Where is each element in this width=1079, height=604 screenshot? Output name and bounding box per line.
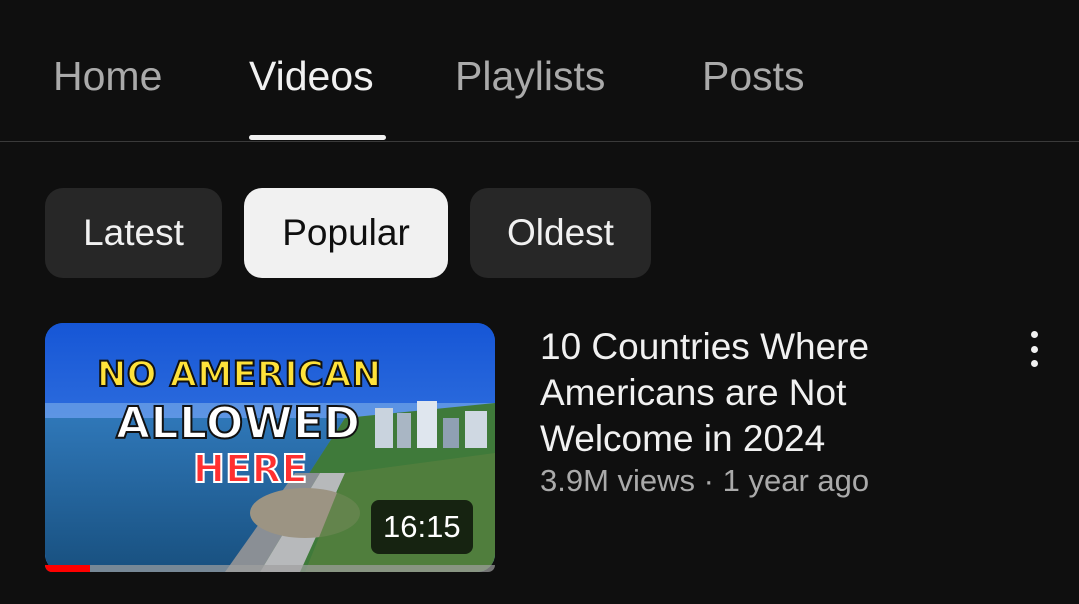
chip-oldest[interactable]: Oldest (470, 188, 651, 278)
channel-videos-page: Home Videos Playlists Posts Latest Popul… (0, 0, 1079, 604)
watch-progress-bar (45, 565, 495, 572)
video-title[interactable]: 10 Countries Where Americans are Not Wel… (540, 324, 960, 462)
tab-home[interactable]: Home (53, 52, 162, 100)
watch-progress-fill (45, 565, 90, 572)
tab-videos[interactable]: Videos (249, 52, 374, 100)
meta-separator: · (703, 463, 723, 498)
channel-tabs: Home Videos Playlists Posts (0, 0, 1079, 142)
vertical-ellipsis-icon[interactable] (1014, 326, 1054, 372)
tab-playlists[interactable]: Playlists (455, 52, 605, 100)
video-duration-badge: 16:15 (371, 500, 473, 554)
video-metadata: 3.9M views · 1 year ago (540, 463, 869, 499)
chip-popular[interactable]: Popular (244, 188, 448, 278)
upload-age: 1 year ago (722, 463, 870, 498)
chip-latest[interactable]: Latest (45, 188, 222, 278)
view-count: 3.9M views (540, 463, 696, 498)
tab-posts[interactable]: Posts (702, 52, 805, 100)
thumbnail-headline-line2: ALLOWED (115, 397, 361, 450)
thumbnail-headline-line1: NO AMERICAN (96, 354, 382, 396)
active-tab-indicator (249, 135, 386, 140)
